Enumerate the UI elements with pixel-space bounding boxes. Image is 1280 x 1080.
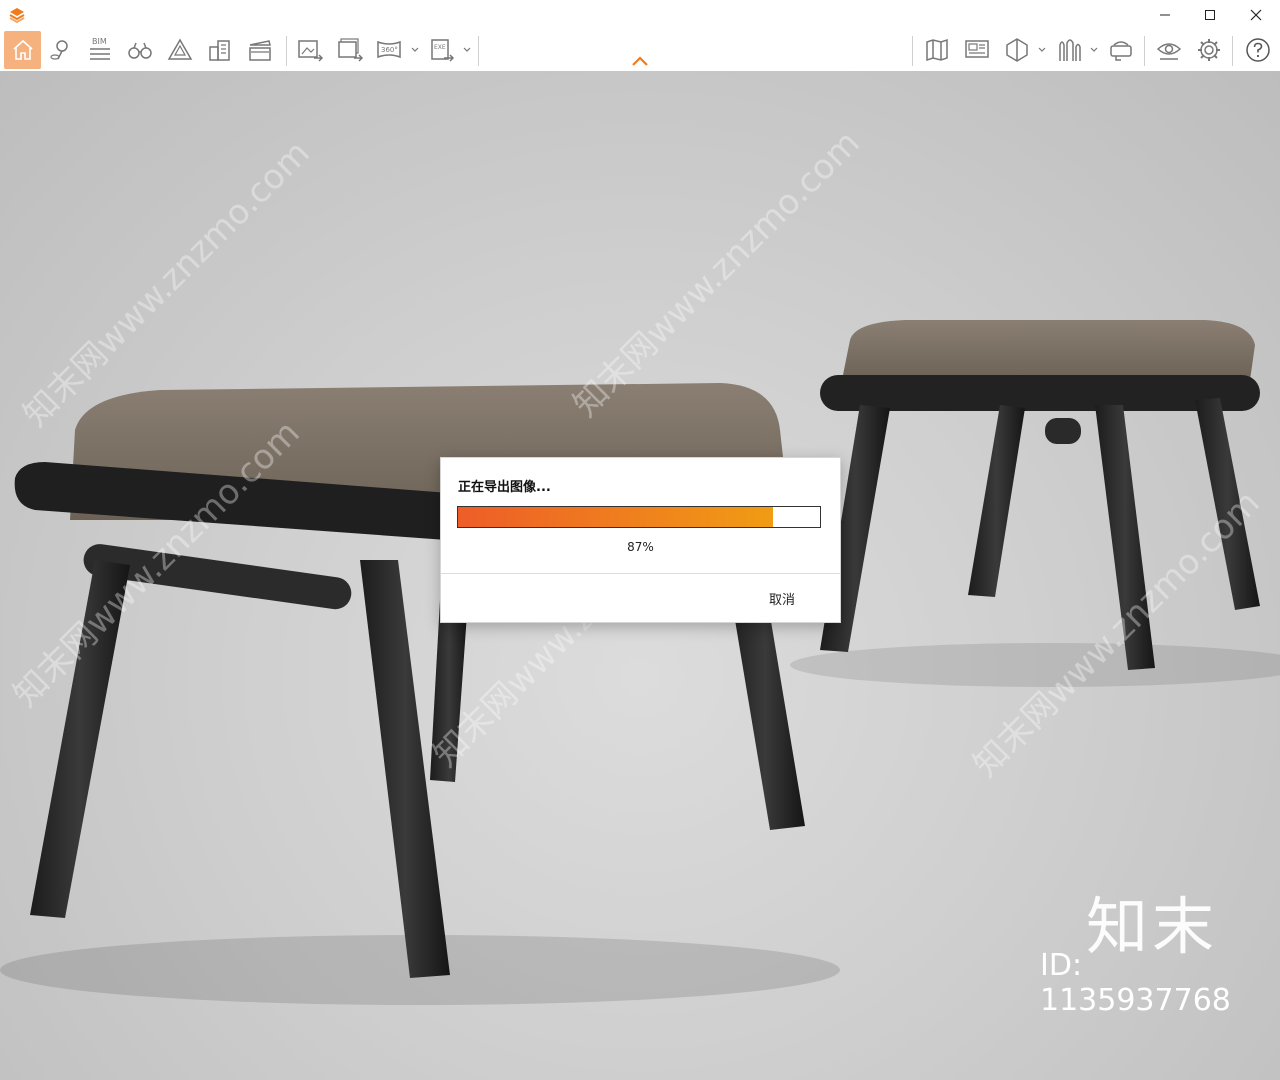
- maximize-button[interactable]: [1187, 0, 1233, 30]
- close-button[interactable]: [1233, 0, 1279, 30]
- svg-text:EXE: EXE: [434, 44, 446, 51]
- export-batch-button[interactable]: [332, 32, 368, 68]
- bim-list-icon: BIM: [90, 37, 110, 60]
- title-bar: [0, 0, 1280, 30]
- chevron-down-icon[interactable]: [1090, 46, 1098, 54]
- gear-icon: [1198, 39, 1220, 61]
- location-pin-icon: [50, 40, 68, 60]
- minimize-button[interactable]: [1142, 0, 1188, 30]
- export-image-icon: [298, 40, 324, 62]
- vegetation-button[interactable]: [1051, 32, 1087, 68]
- progress-fill: [458, 507, 773, 527]
- help-icon: [1246, 38, 1270, 62]
- maximize-icon: [1205, 10, 1215, 20]
- home-icon: [12, 39, 33, 60]
- close-icon: [1250, 9, 1262, 21]
- view-settings-button[interactable]: [1151, 32, 1187, 68]
- model-id: ID: 1135937768: [1040, 948, 1231, 1018]
- svg-text:BIM: BIM: [92, 37, 107, 46]
- toolbar-separator: [1144, 36, 1145, 66]
- dialog-title: 正在导出图像...: [458, 480, 551, 495]
- vr-button[interactable]: [1103, 32, 1139, 68]
- bim-button[interactable]: BIM: [82, 32, 118, 68]
- collapse-toolbar-icon[interactable]: [631, 55, 649, 67]
- export-exe-button[interactable]: EXE: [424, 32, 460, 68]
- toolbar-separator: [912, 36, 913, 66]
- app-logo-icon: [9, 8, 25, 23]
- cancel-button[interactable]: 取消: [769, 589, 795, 608]
- map-icon: [926, 38, 948, 62]
- dialog-divider: [441, 573, 840, 574]
- export-batch-icon: [338, 38, 364, 62]
- map-button[interactable]: [919, 32, 955, 68]
- export-image-button[interactable]: [292, 32, 328, 68]
- cube-button[interactable]: [999, 32, 1035, 68]
- eye-icon: [1156, 43, 1182, 60]
- binoculars-icon: [128, 42, 152, 59]
- export-progress-dialog: 正在导出图像... 87% 取消: [440, 457, 841, 623]
- screen-icon: [965, 40, 989, 58]
- buildings-icon: [209, 40, 230, 61]
- chevron-down-icon[interactable]: [1038, 46, 1046, 54]
- cube-icon: [1006, 38, 1028, 62]
- export-exe-icon: EXE: [431, 39, 455, 62]
- back-stool: [820, 320, 1260, 670]
- export-panorama-icon: 360°: [377, 40, 401, 59]
- buildings-button[interactable]: [202, 32, 238, 68]
- svg-text:360°: 360°: [381, 46, 398, 54]
- screen-button[interactable]: [959, 32, 995, 68]
- minimize-icon: [1160, 14, 1170, 16]
- location-button[interactable]: [42, 32, 78, 68]
- vr-headset-icon: [1110, 41, 1132, 61]
- chevron-down-icon[interactable]: [463, 46, 471, 54]
- help-button[interactable]: [1240, 32, 1276, 68]
- chevron-down-icon[interactable]: [411, 46, 419, 54]
- binoculars-button[interactable]: [122, 32, 158, 68]
- terrain-button[interactable]: [162, 32, 198, 68]
- settings-button[interactable]: [1191, 32, 1227, 68]
- toolbar-separator: [478, 36, 479, 66]
- progress-percent: 87%: [627, 540, 654, 554]
- vegetation-icon: [1059, 39, 1081, 61]
- home-button[interactable]: [4, 31, 41, 69]
- export-panorama-button[interactable]: 360°: [372, 32, 408, 68]
- toolbar-separator: [286, 36, 287, 66]
- terrain-icon: [167, 38, 193, 60]
- progress-bar: [457, 506, 821, 528]
- animation-button[interactable]: [242, 32, 278, 68]
- toolbar-separator: [1232, 36, 1233, 66]
- clapboard-icon: [249, 40, 271, 61]
